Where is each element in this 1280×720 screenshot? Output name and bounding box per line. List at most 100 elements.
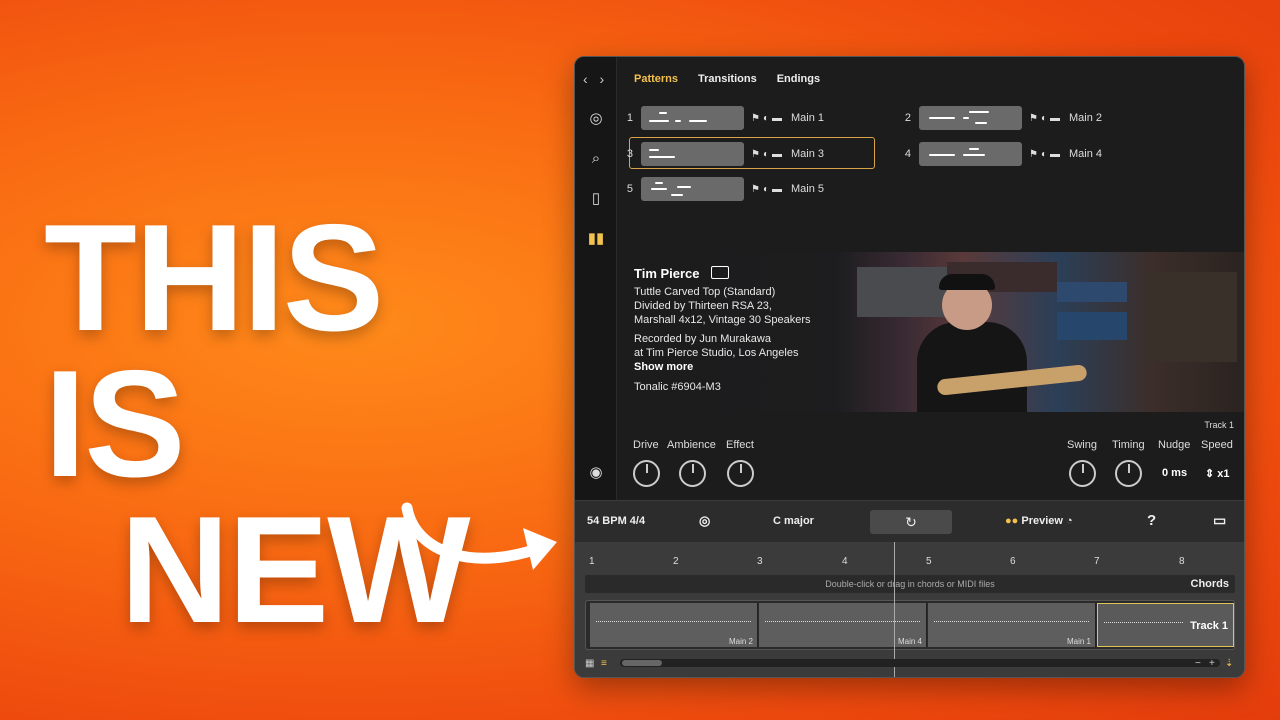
artist-detail: Marshall 4x12, Vintage 30 Speakers	[634, 314, 811, 326]
pattern-thumbnail[interactable]	[919, 106, 1022, 130]
pattern-label: Main 5	[791, 183, 825, 195]
pattern-row[interactable]: 4 ⚑◐▬ Main 4	[889, 141, 1102, 167]
playhead[interactable]	[894, 542, 895, 677]
app-window: ‹ › ◎ ⌕ ▯ ▮▮ ◉ Patterns Transitions Endi…	[574, 56, 1245, 678]
ambience-label: Ambience	[667, 439, 716, 451]
speed-label: Speed	[1201, 439, 1233, 451]
artist-detail: Tuttle Carved Top (Standard)	[634, 286, 776, 298]
clip-notes	[934, 621, 1089, 631]
bar-number: 5	[926, 556, 932, 567]
effect-knob[interactable]	[727, 460, 754, 487]
lanes-icon[interactable]: ≡	[601, 658, 607, 669]
pattern-thumbnail[interactable]	[641, 106, 744, 130]
tonalic-code: Tonalic #6904-M3	[634, 381, 721, 393]
track-name: Track 1	[1190, 620, 1228, 632]
tab-patterns[interactable]: Patterns	[634, 73, 678, 85]
chord-lane-hint: Double-click or drag in chords or MIDI f…	[825, 579, 995, 589]
effect-label: Effect	[726, 439, 754, 451]
pattern-label: Main 3	[791, 148, 825, 160]
artist-detail: at Tim Pierce Studio, Los Angeles	[634, 347, 799, 359]
people-icon: ●●	[1005, 515, 1019, 527]
grid-icon[interactable]: ▦	[585, 658, 594, 669]
pattern-row[interactable]: 3 ⚑◐▬ Main 3	[611, 141, 824, 167]
swing-label: Swing	[1067, 439, 1097, 451]
artist-detail: Divided by Thirteen RSA 23,	[634, 300, 772, 312]
pin-icon[interactable]: ⇣	[1225, 658, 1233, 669]
pattern-thumbnail[interactable]	[641, 142, 744, 166]
stepper-icon: ⇕	[1205, 468, 1215, 480]
clip-label: Main 2	[728, 637, 753, 646]
bookmark-icon[interactable]: ▯	[586, 189, 606, 209]
pattern-thumbnail[interactable]	[919, 142, 1022, 166]
clip-notes	[765, 621, 920, 631]
bar-number: 4	[842, 556, 848, 567]
ambience-knob[interactable]	[679, 460, 706, 487]
pattern-label: Main 2	[1069, 112, 1103, 124]
account-icon[interactable]: ◉	[586, 463, 606, 483]
clip-notes	[596, 621, 751, 631]
nudge-value[interactable]: 0 ms	[1162, 467, 1187, 479]
preview-button[interactable]: ●● Preview ◔	[1005, 515, 1073, 527]
pattern-action-icons[interactable]: ⚑◐▬	[1029, 113, 1063, 124]
layout-icon[interactable]: ▭	[1213, 512, 1226, 529]
headline-line1: THIS IS	[44, 193, 384, 509]
tab-endings[interactable]: Endings	[777, 73, 820, 85]
bar-number: 3	[757, 556, 763, 567]
ruler: 1 2 3 4 5 6 7 8	[585, 556, 1235, 570]
pattern-number: 4	[904, 148, 911, 160]
pattern-action-icons[interactable]: ⚑◐▬	[1029, 149, 1063, 160]
swing-knob[interactable]	[1069, 460, 1096, 487]
chords-label: Chords	[1190, 578, 1230, 590]
bar-number: 2	[673, 556, 679, 567]
zoom-in-icon[interactable]: +	[1209, 658, 1215, 669]
compass-icon[interactable]: ◎	[586, 109, 606, 129]
pattern-number: 2	[904, 112, 911, 124]
horizontal-scrollbar[interactable]	[620, 659, 1220, 667]
clip[interactable]: Main 2	[590, 603, 758, 647]
help-button[interactable]: ?	[1147, 512, 1156, 529]
pattern-row[interactable]: 5 ⚑◐▬ Main 5	[611, 176, 824, 202]
speed-value[interactable]: ⇕ x1	[1205, 467, 1230, 480]
clip-label: Main 4	[897, 637, 922, 646]
transport-toolbar: 54 BPM 4/4 ◎ C major ↻ ●● Preview ◔ ? ▭	[575, 500, 1244, 542]
bar-number: 7	[1094, 556, 1100, 567]
pattern-row[interactable]: 1 ⚑◐▬ Main 1	[611, 105, 824, 131]
zoom-out-icon[interactable]: −	[1195, 658, 1201, 669]
bar-number: 8	[1179, 556, 1185, 567]
drive-knob[interactable]	[633, 460, 660, 487]
clip[interactable]: Main 1	[928, 603, 1096, 647]
track-lane[interactable]: Main 2 Main 4 Main 1 Track 1	[585, 600, 1235, 650]
loop-button[interactable]: ↻	[870, 510, 952, 534]
clip-notes	[1104, 622, 1183, 632]
clip-label: Main 1	[1066, 637, 1091, 646]
artist-detail: Recorded by Jun Murakawa	[634, 333, 771, 345]
artist-profile-icon[interactable]	[711, 266, 729, 279]
clip[interactable]: Main 4	[759, 603, 927, 647]
bar-number: 1	[589, 556, 595, 567]
chord-lane[interactable]: Double-click or drag in chords or MIDI f…	[585, 575, 1235, 593]
pattern-label: Main 4	[1069, 148, 1103, 160]
show-more-link[interactable]: Show more	[634, 361, 693, 373]
pattern-row[interactable]: 2 ⚑◐▬ Main 2	[889, 105, 1102, 131]
bar-number: 6	[1010, 556, 1016, 567]
pattern-action-icons[interactable]: ⚑◐▬	[751, 113, 785, 124]
search-icon[interactable]: ⌕	[586, 149, 606, 169]
tempo-display[interactable]: 54 BPM 4/4	[587, 515, 645, 527]
pattern-number: 1	[626, 112, 633, 124]
pattern-number: 3	[626, 148, 633, 160]
drive-label: Drive	[633, 439, 659, 451]
artist-name: Tim Pierce	[634, 266, 700, 281]
pattern-thumbnail[interactable]	[641, 177, 744, 201]
waveform-icon[interactable]: ▮▮	[586, 229, 606, 249]
key-display[interactable]: C major	[773, 515, 814, 527]
nav-arrows[interactable]: ‹ ›	[583, 71, 608, 87]
timing-knob[interactable]	[1115, 460, 1142, 487]
pattern-action-icons[interactable]: ⚑◐▬	[751, 184, 785, 195]
metronome-icon[interactable]: ◎	[699, 513, 710, 529]
tab-transitions[interactable]: Transitions	[698, 73, 757, 85]
pattern-label: Main 1	[791, 112, 825, 124]
scrollbar-thumb[interactable]	[622, 660, 662, 666]
speed-value-text: x1	[1217, 468, 1230, 480]
pattern-action-icons[interactable]: ⚑◐▬	[751, 149, 785, 160]
timeline: 1 2 3 4 5 6 7 8 Double-click or drag in …	[575, 542, 1244, 677]
